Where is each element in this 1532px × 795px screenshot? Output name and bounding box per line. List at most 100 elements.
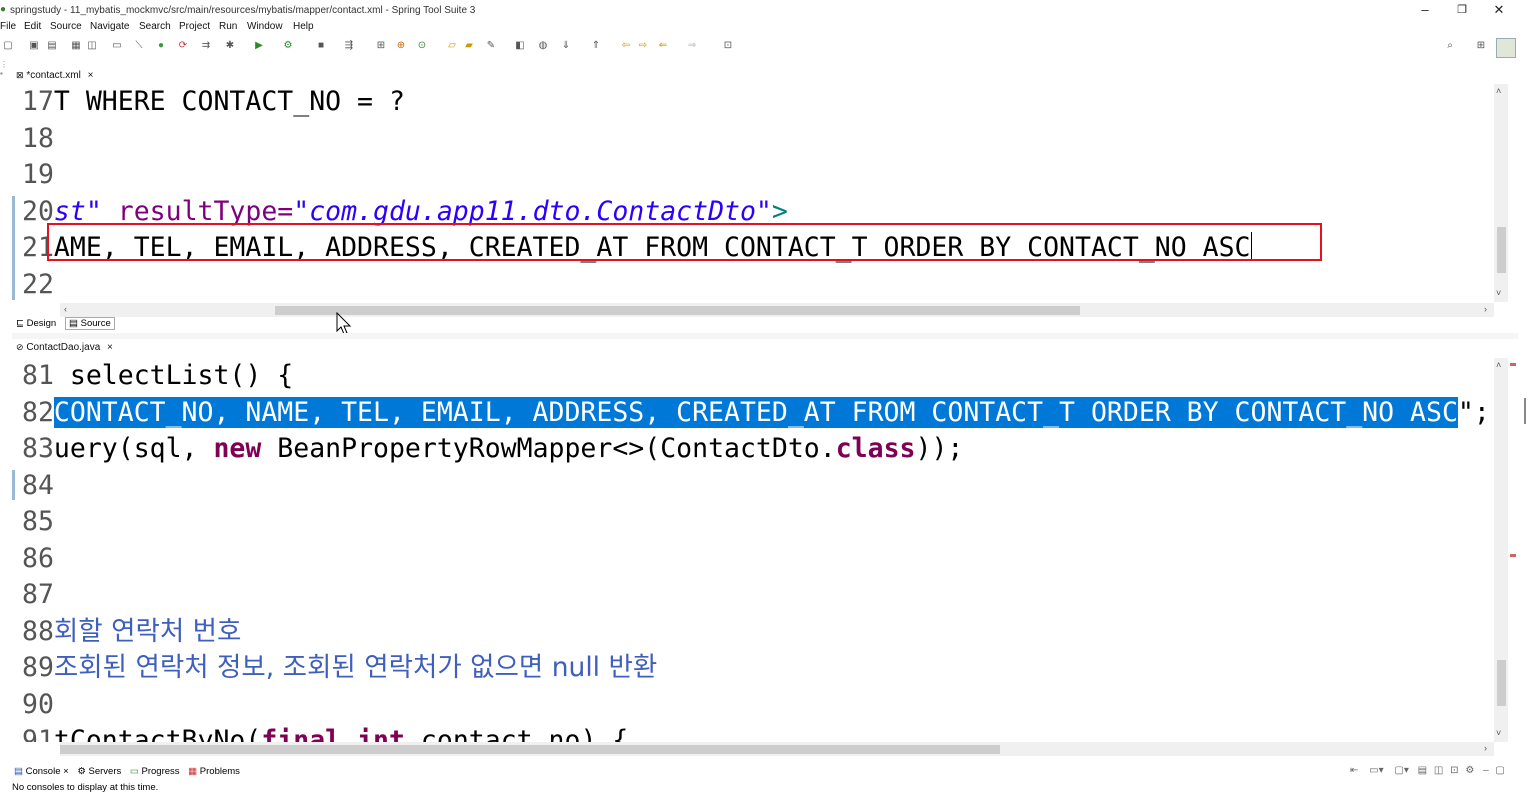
scroll-right-icon[interactable]: › — [1484, 304, 1487, 314]
open-perspective-icon[interactable]: ⊞ — [1475, 40, 1487, 52]
globe-icon[interactable]: ◍ — [537, 40, 549, 52]
pin-editor-icon[interactable]: ⊡ — [722, 40, 734, 52]
server-icon[interactable]: ⇉ — [200, 40, 212, 52]
editor2-vertical-scrollbar[interactable]: ˄ ˅ — [1494, 358, 1508, 742]
search-icon[interactable]: ⌕ — [1444, 40, 1456, 52]
menu-run[interactable]: Run — [219, 21, 237, 32]
code-text: )); — [915, 433, 964, 464]
scroll-thumb[interactable] — [1497, 660, 1506, 706]
overview-ruler[interactable] — [1508, 358, 1518, 742]
line-number: 20 — [22, 195, 54, 227]
tab-label: ContactDao.java — [26, 342, 101, 353]
scroll-up-icon[interactable]: ˄ — [1496, 360, 1501, 370]
scroll-lock-icon[interactable]: ◫ — [1434, 765, 1443, 776]
tab-source[interactable]: ▤ Source — [65, 317, 115, 330]
tab-design[interactable]: ⊑ Design — [16, 318, 56, 329]
word-wrap-icon[interactable]: ⊡ — [1450, 765, 1458, 776]
open-type-icon[interactable]: ◫ — [86, 40, 98, 52]
maximize-panel-icon[interactable]: ▢ — [1495, 765, 1504, 776]
new-console-icon[interactable]: ▢▾ — [1394, 765, 1408, 776]
menu-window[interactable]: Window — [247, 21, 283, 32]
close-icon[interactable]: × — [88, 70, 94, 81]
editor1-horizontal-scrollbar[interactable]: ‹ › — [60, 303, 1494, 317]
new-icon[interactable]: ▢ — [2, 40, 14, 52]
pin-console-icon[interactable]: ▤ — [1418, 765, 1427, 776]
editor-divider[interactable] — [12, 333, 1518, 339]
editor1-code-area[interactable]: 17T WHERE CONTACT_NO = ? 18 19 20st" res… — [12, 84, 1494, 302]
scroll-right-icon[interactable]: › — [1484, 743, 1487, 753]
code-line: 18 — [22, 121, 54, 158]
tab-problems[interactable]: ▦ Problems — [188, 766, 240, 777]
code-line: 88회할 연락처 번호 — [22, 614, 241, 651]
scroll-left-icon[interactable]: ‹ — [64, 304, 67, 314]
menu-edit[interactable]: Edit — [24, 21, 41, 32]
close-button[interactable]: ✕ — [1484, 1, 1514, 19]
scroll-up-icon[interactable]: ˄ — [1496, 86, 1501, 96]
editor2-horizontal-scrollbar[interactable]: › — [60, 742, 1494, 756]
close-icon[interactable]: × — [63, 766, 69, 777]
tab-console[interactable]: ▤ Console × — [14, 766, 69, 777]
tab-progress[interactable]: ▭ Progress — [130, 766, 180, 777]
tab-contactdao-java[interactable]: ⊘ ContactDao.java × — [16, 342, 113, 353]
menu-file[interactable]: File — [0, 21, 16, 32]
code-line: 22 — [22, 267, 54, 303]
pen-icon[interactable]: ✎ — [485, 40, 497, 52]
back-icon[interactable]: ⇐ — [657, 40, 669, 52]
run-icon[interactable]: ▶ — [253, 40, 265, 52]
forward-icon[interactable]: ⇒ — [686, 40, 698, 52]
menu-project[interactable]: Project — [179, 21, 210, 32]
editor1-vertical-scrollbar[interactable]: ˄ ˅ — [1494, 84, 1508, 302]
scroll-thumb[interactable] — [60, 745, 1000, 754]
scroll-down-icon[interactable]: ˅ — [1496, 728, 1501, 738]
open-folder-icon[interactable]: ▱ — [446, 40, 458, 52]
code-text: contact_no) { — [404, 725, 629, 742]
comment-text: 조회된 연락처 정보, 조회된 연락처가 없으면 null 반환 — [53, 652, 658, 683]
bottom-panel: ▤ Console × ⚙ Servers ▭ Progress ▦ Probl… — [0, 763, 1532, 795]
ruler-marker[interactable] — [1510, 363, 1516, 366]
menu-source[interactable]: Source — [50, 21, 82, 32]
next-annotation-icon[interactable]: ⇓ — [560, 40, 572, 52]
open-file-icon[interactable]: ▰ — [463, 40, 475, 52]
ruler-marker[interactable] — [1510, 554, 1516, 557]
new-class-icon[interactable]: ⊕ — [395, 40, 407, 52]
debug-icon[interactable]: ✱ — [224, 40, 236, 52]
tab-label: Progress — [141, 766, 180, 777]
comment-text: 회할 연락처 번호 — [53, 615, 242, 647]
tab-contact-xml[interactable]: ⊠ *contact.xml × — [16, 70, 93, 81]
edit-location-icon[interactable]: ⇨ — [637, 40, 649, 52]
refresh-icon[interactable]: ⟳ — [177, 40, 189, 52]
save-all-icon[interactable]: ▤ — [46, 40, 58, 52]
display-console-icon[interactable]: ⇤ — [1350, 765, 1358, 776]
open-resource-icon[interactable]: ◧ — [514, 40, 526, 52]
open-console-icon[interactable]: ▭▾ — [1369, 765, 1383, 776]
save-icon[interactable]: ▣ — [28, 40, 40, 52]
console-toolbar: ⇤ ▭▾ ▢▾ ▤ ◫ ⊡ ⚙ – ▢ — [1350, 765, 1505, 776]
scroll-thumb[interactable] — [275, 306, 1080, 315]
print-icon[interactable]: ▦ — [70, 40, 82, 52]
menu-search[interactable]: Search — [139, 21, 171, 32]
menu-navigate[interactable]: Navigate — [90, 21, 129, 32]
deploy-icon[interactable]: ⇶ — [343, 40, 355, 52]
last-edit-icon[interactable]: ⇦ — [620, 40, 632, 52]
skip-breakpoints-icon[interactable]: ⟍ — [133, 40, 145, 52]
minimize-button[interactable]: – — [1410, 1, 1440, 19]
menu-help[interactable]: Help — [293, 21, 314, 32]
close-icon[interactable]: × — [107, 342, 113, 353]
stop-icon[interactable]: ● — [155, 40, 167, 52]
line-number: 89 — [22, 652, 54, 683]
terminal-icon[interactable]: ▭ — [111, 40, 123, 52]
settings-icon[interactable]: ⚙ — [1465, 765, 1474, 776]
new-wizard-icon[interactable]: ⊙ — [416, 40, 428, 52]
stop-server-icon[interactable]: ■ — [315, 40, 327, 52]
prev-annotation-icon[interactable]: ⇑ — [590, 40, 602, 52]
external-tools-icon[interactable]: ⚙ — [282, 40, 294, 52]
maximize-button[interactable]: ❐ — [1447, 1, 1477, 19]
scroll-down-icon[interactable]: ˅ — [1496, 288, 1501, 298]
editor2-code-area[interactable]: 81 selectList() { 82CONTACT_NO, NAME, TE… — [12, 358, 1494, 742]
tab-servers[interactable]: ⚙ Servers — [77, 766, 121, 777]
minimize-panel-icon[interactable]: – — [1483, 765, 1489, 776]
new-package-icon[interactable]: ⊞ — [375, 40, 387, 52]
scroll-thumb[interactable] — [1497, 227, 1506, 273]
java-perspective-icon[interactable] — [1496, 38, 1516, 58]
code-line: 90 — [22, 687, 54, 724]
